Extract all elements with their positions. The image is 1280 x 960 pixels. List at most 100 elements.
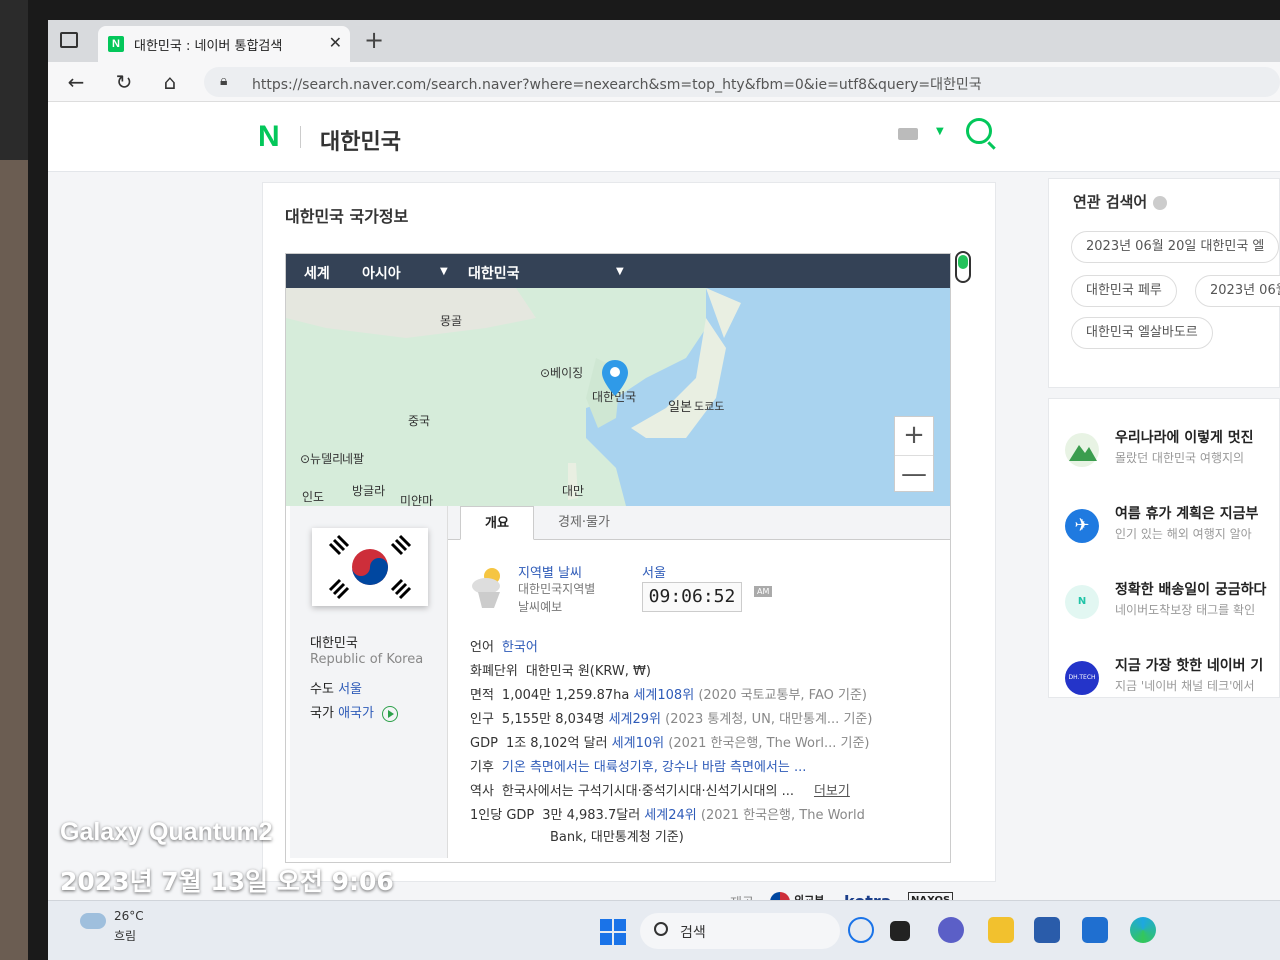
address-bar: ← ↻ ⌂ 🔒︎ https://search.naver.com/search…	[48, 62, 1280, 102]
chevron-down-icon[interactable]: ▼	[936, 126, 944, 137]
fact-note: (2023 통계청, UN, 대만통계... 기준)	[665, 712, 873, 727]
fact-link[interactable]: 세계10위	[612, 736, 664, 751]
fact-row: 언어 한국어	[470, 636, 940, 660]
fact-link[interactable]: 세계24위	[644, 808, 696, 823]
task-view-icon[interactable]	[890, 921, 910, 941]
store-icon[interactable]	[1034, 917, 1060, 943]
windows-start-icon[interactable]	[600, 919, 626, 945]
promo-subtitle: 네이버도착보장 태그를 확인	[1115, 603, 1256, 617]
related-title-text: 연관 검색어	[1073, 193, 1148, 211]
promo-subtitle: 지금 '네이버 채널 테크'에서	[1115, 679, 1255, 693]
map-nav-country[interactable]: 대한민국	[468, 263, 520, 283]
map-panel: 세계 아시아 ▼ 대한민국 ▼ 몽골 ⊙베이징 중국 대한민국 일본 도쿄도 ⊙…	[285, 253, 951, 863]
related-chip[interactable]: 대한민국 엘살바도르	[1071, 317, 1213, 349]
more-link[interactable]: 더보기	[814, 784, 850, 799]
map-label-taiwan: 대만	[562, 484, 585, 498]
korea-flag-icon	[312, 528, 428, 606]
related-chip[interactable]: 대한민국 페루	[1071, 275, 1177, 307]
map-nav-region[interactable]: 아시아	[362, 263, 401, 283]
cloud-icon[interactable]	[80, 913, 106, 929]
fact-value: 3만 4,983.7달러	[542, 808, 641, 823]
url-text: https://search.naver.com/search.naver?wh…	[252, 77, 982, 93]
map-label-myanmar: 미얀마	[400, 494, 434, 506]
search-query-input[interactable]: 대한민국	[320, 124, 401, 156]
anthem-link[interactable]: 애국가	[338, 706, 374, 721]
fact-key: 화폐단위	[470, 664, 518, 679]
new-tab-icon[interactable]: +	[364, 26, 384, 54]
fact-link[interactable]: 세계29위	[609, 712, 661, 727]
back-arrow-icon[interactable]: ←	[64, 70, 88, 94]
browser-tab[interactable]: N 대한민국 : 네이버 통합검색 ✕	[98, 26, 350, 62]
info-tabs: 개요 경제·물가	[448, 506, 950, 540]
fact-value: 5,155만 8,034명	[501, 712, 605, 727]
zoom-out-button[interactable]: —	[895, 455, 933, 493]
fact-link[interactable]: 기온 측면에서는 대륙성기후, 강수나 바람 측면에서는 ...	[502, 760, 806, 775]
fact-note: (2021 한국은행, The World	[700, 808, 865, 823]
info-icon[interactable]	[1153, 195, 1168, 210]
taskbar-search-label: 검색	[680, 925, 706, 941]
naver-logo[interactable]: N	[258, 120, 280, 154]
bing-icon[interactable]	[848, 917, 874, 943]
related-chip[interactable]: 2023년 06월	[1195, 275, 1280, 307]
country-dropdown-icon[interactable]: ▼	[616, 266, 624, 277]
map-toggle-switch[interactable]	[955, 251, 971, 283]
fact-row: 화폐단위 대한민국 원(KRW, ₩)	[470, 660, 940, 684]
delivery-icon: N	[1065, 585, 1099, 619]
file-explorer-icon[interactable]	[988, 917, 1014, 943]
facts-list: 언어 한국어 화폐단위 대한민국 원(KRW, ₩) 면적 1,004만 1,259.…	[470, 636, 940, 848]
related-searches: 연관 검색어 2023년 06월 20일 대한민국 엘 대한민국 페루 2023…	[1048, 178, 1280, 388]
local-time-clock: 09:06:52	[642, 582, 742, 612]
chat-icon[interactable]	[938, 917, 964, 943]
map-nav-world[interactable]: 세계	[304, 263, 330, 283]
home-icon[interactable]: ⌂	[158, 70, 182, 94]
keyboard-icon[interactable]	[898, 128, 918, 140]
promo-title: 정확한 배송일이 궁금하다	[1115, 582, 1267, 598]
region-dropdown-icon[interactable]: ▼	[440, 266, 448, 277]
fact-link[interactable]: 세계108위	[633, 688, 694, 703]
card-title: 대한민국 국가정보	[285, 207, 409, 226]
zoom-controls: + —	[894, 416, 934, 492]
tab-bar: N 대한민국 : 네이버 통합검색 ✕ +	[48, 20, 1280, 62]
fact-key: 역사	[470, 784, 494, 799]
close-tab-icon[interactable]: ✕	[329, 33, 342, 52]
flag-pane: 대한민국 Republic of Korea 수도 서울 국가 애국가	[290, 506, 448, 858]
fact-link[interactable]: 한국어	[502, 640, 538, 655]
map-label-newdelhi: ⊙뉴델리	[300, 452, 344, 466]
play-icon[interactable]	[382, 705, 399, 722]
search-icon[interactable]	[966, 118, 992, 144]
related-chip[interactable]: 2023년 06월 20일 대한민국 엘	[1071, 231, 1280, 263]
fact-key: 1인당 GDP	[470, 808, 535, 823]
anthem-row: 국가 애국가	[310, 702, 399, 722]
promo-list: 우리나라에 이렇게 멋진 몰랐던 대한민국 여행지의 ✈ 여름 휴가 계획은 지…	[1048, 398, 1280, 698]
promo-item[interactable]: 우리나라에 이렇게 멋진 몰랐던 대한민국 여행지의	[1065, 423, 1280, 483]
location-pin-icon[interactable]	[602, 360, 628, 398]
map-label-india: 인도	[302, 490, 325, 504]
edge-icon[interactable]	[1130, 917, 1156, 943]
fact-value: 1조 8,102억 달러	[505, 736, 608, 751]
tab-actions-icon[interactable]	[60, 32, 78, 48]
promo-item[interactable]: DH.TECH 지금 가장 핫한 네이버 기 지금 '네이버 채널 테크'에서	[1065, 651, 1280, 711]
fact-key: 언어	[470, 640, 494, 655]
tab-overview[interactable]: 개요	[460, 506, 534, 540]
fact-value: 대한민국 원(KRW, ₩)	[525, 664, 651, 679]
zoom-in-button[interactable]: +	[895, 417, 933, 455]
url-field[interactable]: 🔒︎ https://search.naver.com/search.naver…	[204, 67, 1280, 97]
clock-city: 서울	[642, 566, 666, 581]
anthem-label: 국가	[310, 706, 334, 721]
capital-link[interactable]: 서울	[338, 682, 362, 697]
promo-item[interactable]: ✈ 여름 휴가 계획은 지금부 인기 있는 해외 여행지 알아	[1065, 499, 1280, 559]
promo-item[interactable]: N 정확한 배송일이 궁금하다 네이버도착보장 태그를 확인	[1065, 575, 1280, 635]
lock-icon: 🔒︎	[220, 73, 228, 89]
ampm-badge: AM	[754, 586, 773, 597]
regional-weather-link[interactable]: 지역별 날씨	[518, 562, 582, 581]
capital-label: 수도	[310, 682, 334, 697]
refresh-icon[interactable]: ↻	[112, 70, 136, 94]
fact-value: 1,004만 1,259.87ha	[501, 688, 630, 703]
taskbar-search[interactable]: 검색	[640, 913, 840, 949]
tab-economy[interactable]: 경제·물가	[534, 506, 634, 540]
mail-icon[interactable]	[1082, 917, 1108, 943]
map-label-nepal: 네팔	[342, 452, 365, 466]
fact-note-continued: Bank, 대만통계청 기준)	[550, 830, 684, 845]
map-view[interactable]: 몽골 ⊙베이징 중국 대한민국 일본 도쿄도 ⊙뉴델리 네팔 인도 방글라 미얀…	[286, 288, 950, 506]
fact-value: 한국사에서는 구석기시대·중석기시대·신석기시대의 ...	[501, 784, 794, 799]
